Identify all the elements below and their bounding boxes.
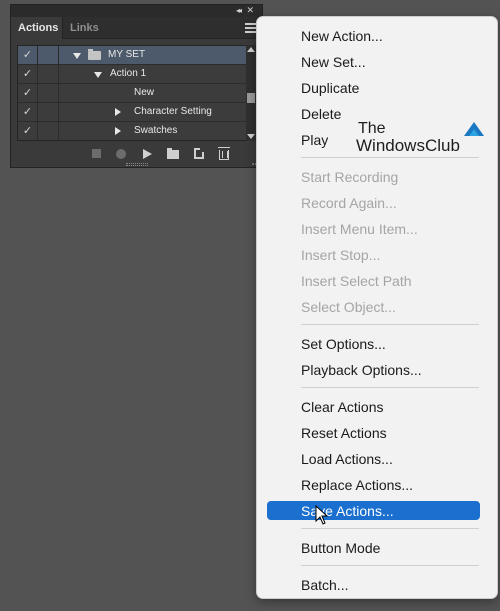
mouse-pointer-icon <box>315 505 329 525</box>
close-panel-icon[interactable]: ✕ <box>246 5 254 16</box>
toggle-dialog-box[interactable] <box>38 103 59 121</box>
menu-item-set-options[interactable]: Set Options... <box>301 335 386 353</box>
trash-icon[interactable] <box>218 147 231 160</box>
menu-item-start-recording: Start Recording <box>301 169 399 185</box>
menu-item-clear-actions[interactable]: Clear Actions <box>301 398 383 416</box>
menu-item-new-action[interactable]: New Action... <box>301 27 383 45</box>
menu-item-new-set[interactable]: New Set... <box>301 53 366 71</box>
command-row[interactable]: ✓ New <box>18 84 252 103</box>
scroll-thumb[interactable] <box>247 93 255 103</box>
menu-item-load-actions[interactable]: Load Actions... <box>301 450 393 468</box>
panel-tab-bar: Actions Links <box>11 17 262 39</box>
windowsclub-watermark: The WindowsClub <box>356 120 488 156</box>
menu-item-select-object: Select Object... <box>301 299 396 315</box>
toggle-dialog-box[interactable] <box>38 122 59 140</box>
expand-down-icon[interactable] <box>94 72 102 78</box>
menu-separator <box>301 528 479 529</box>
menu-item-reset-actions[interactable]: Reset Actions <box>301 424 387 442</box>
toggle-item-checkmark-icon[interactable]: ✓ <box>18 84 38 102</box>
list-scrollbar[interactable] <box>246 45 256 141</box>
toggle-dialog-box[interactable] <box>38 46 59 64</box>
play-icon[interactable] <box>141 148 153 160</box>
collapse-panel-icon[interactable]: ◂◂ <box>236 5 242 16</box>
watermark-line2: WindowsClub <box>356 136 460 155</box>
new-action-icon[interactable] <box>194 148 206 160</box>
menu-item-duplicate[interactable]: Duplicate <box>301 79 359 97</box>
menu-item-button-mode[interactable]: Button Mode <box>301 539 380 557</box>
scroll-up-icon[interactable] <box>247 47 255 52</box>
toggle-item-checkmark-icon[interactable]: ✓ <box>18 122 38 140</box>
toggle-dialog-box[interactable] <box>38 65 59 83</box>
menu-separator <box>301 565 479 566</box>
toggle-dialog-box[interactable] <box>38 84 59 102</box>
expand-right-icon[interactable] <box>115 108 121 116</box>
action-set-label: MY SET <box>108 49 146 60</box>
menu-item-delete[interactable]: Delete <box>301 105 341 123</box>
command-label: Swatches <box>134 125 178 136</box>
menu-item-playback-options[interactable]: Playback Options... <box>301 361 422 379</box>
folder-icon <box>88 49 101 60</box>
actions-flyout-menu: New Action... New Set... Duplicate Delet… <box>256 16 498 599</box>
tab-links[interactable]: Links <box>63 17 106 39</box>
menu-item-replace-actions[interactable]: Replace Actions... <box>301 476 413 494</box>
menu-item-batch[interactable]: Batch... <box>301 576 348 594</box>
stop-icon[interactable] <box>91 148 103 160</box>
action-row[interactable]: ✓ Action 1 <box>18 65 252 84</box>
toggle-item-checkmark-icon[interactable]: ✓ <box>18 65 38 83</box>
menu-separator <box>301 157 479 158</box>
record-icon[interactable] <box>115 148 127 160</box>
menu-item-play[interactable]: Play <box>301 131 328 149</box>
actions-panel: ◂◂ ✕ Actions Links ✓ MY SET ✓ Action 1 ✓ <box>10 4 263 168</box>
action-set-row[interactable]: ✓ MY SET <box>18 46 252 65</box>
new-set-icon[interactable] <box>167 148 179 160</box>
panel-bottom-grip-icon[interactable] <box>126 163 148 166</box>
expand-down-icon[interactable] <box>73 53 81 59</box>
command-label: New <box>134 87 155 98</box>
toggle-item-checkmark-icon[interactable]: ✓ <box>18 46 38 64</box>
menu-item-insert-menu-item: Insert Menu Item... <box>301 221 418 237</box>
menu-separator <box>301 387 479 388</box>
command-label: Character Setting <box>134 106 212 117</box>
menu-item-record-again: Record Again... <box>301 195 397 211</box>
actions-list: ✓ MY SET ✓ Action 1 ✓ New ✓ Character Se… <box>17 45 253 141</box>
command-row[interactable]: ✓ Character Setting <box>18 103 252 122</box>
toggle-item-checkmark-icon[interactable]: ✓ <box>18 103 38 121</box>
windowsclub-logo-icon <box>464 122 484 136</box>
menu-separator <box>301 324 479 325</box>
action-label: Action 1 <box>110 68 147 79</box>
expand-right-icon[interactable] <box>115 127 121 135</box>
menu-item-insert-select-path: Insert Select Path <box>301 273 412 289</box>
tab-actions[interactable]: Actions <box>11 17 63 39</box>
menu-item-insert-stop: Insert Stop... <box>301 247 381 263</box>
panel-footer <box>11 139 262 167</box>
panel-title-bar[interactable]: ◂◂ ✕ <box>11 5 262 17</box>
